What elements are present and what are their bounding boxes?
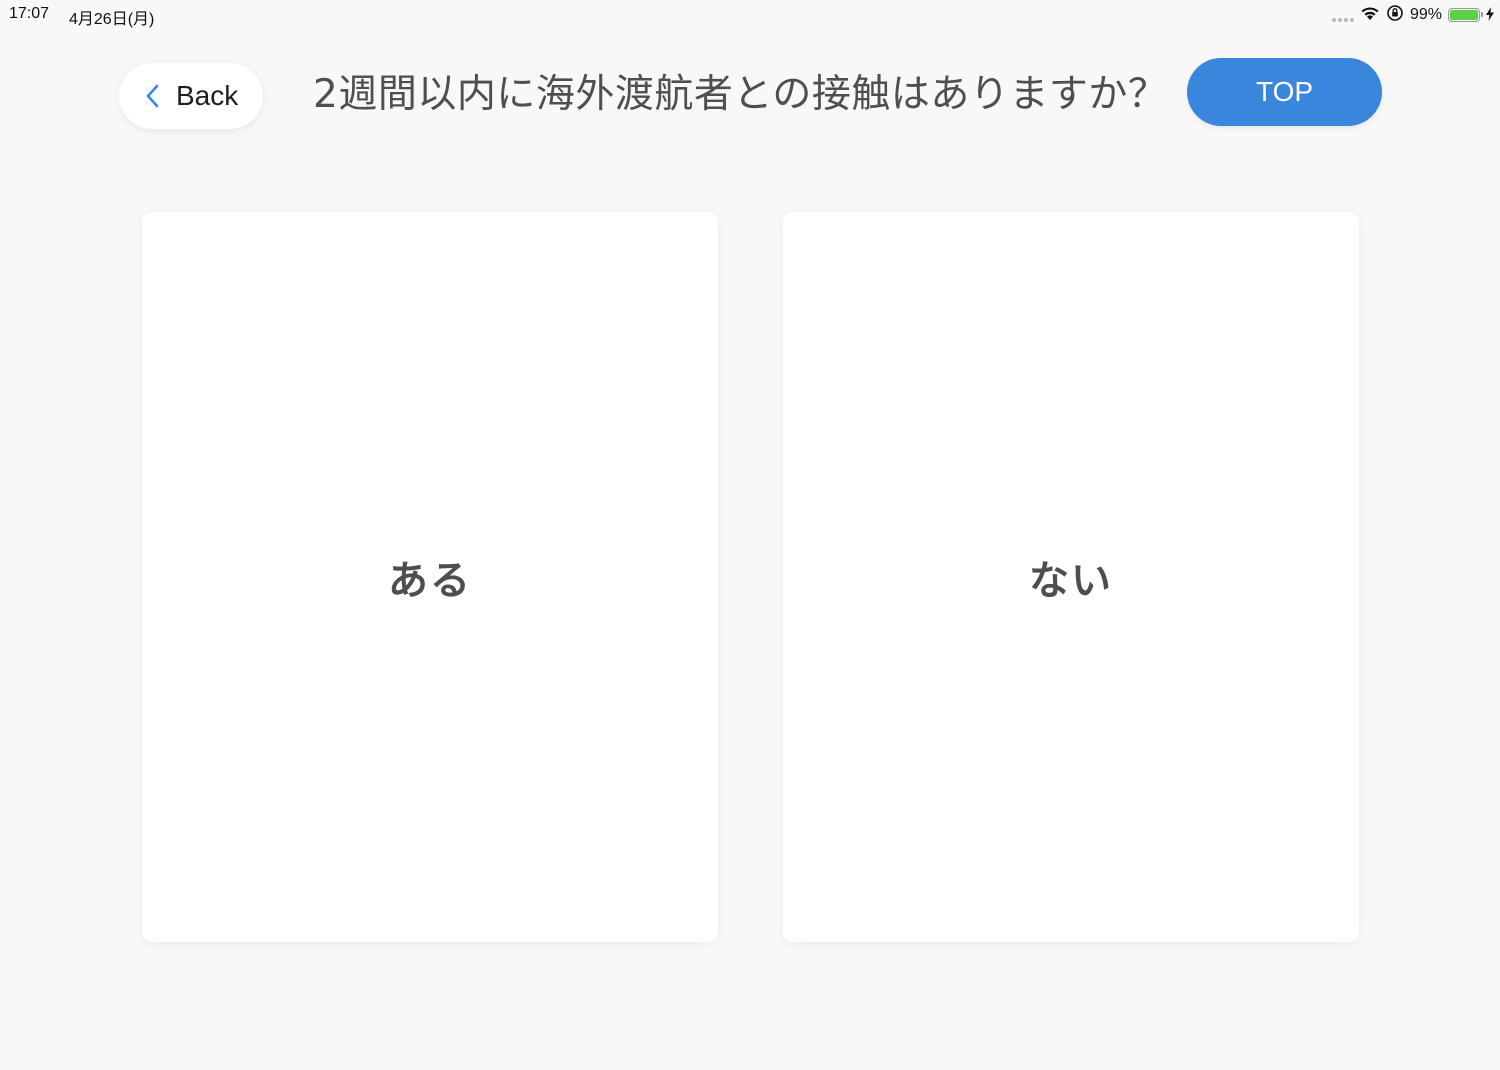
answer-card-yes[interactable]: ある (142, 212, 718, 942)
battery-icon (1448, 8, 1483, 22)
back-button-label: Back (176, 80, 239, 111)
orientation-lock-icon (1386, 4, 1404, 26)
status-bar: 17:07 4月26日(月) 99% (0, 0, 1500, 30)
back-button[interactable]: Back (119, 63, 263, 129)
wifi-icon (1360, 5, 1380, 25)
answer-label-no: ない (1029, 558, 1113, 604)
top-button[interactable]: TOP (1187, 58, 1382, 126)
chevron-left-icon (145, 84, 161, 108)
battery-percent: 99% (1409, 6, 1442, 23)
status-indicators: 99% (1331, 4, 1494, 26)
top-button-label: TOP (1255, 76, 1314, 107)
battery-level-fill (1450, 10, 1478, 20)
charging-bolt-icon (1486, 6, 1494, 25)
signal-dots-icon (1331, 8, 1354, 22)
answer-label-yes: ある (388, 558, 472, 604)
status-date: 4月26日(月) (69, 11, 155, 28)
answer-card-no[interactable]: ない (783, 212, 1359, 942)
page-title: 2週間以内に海外渡航者との接触はありますか？ (313, 72, 1168, 117)
status-time: 17:07 (9, 5, 50, 22)
